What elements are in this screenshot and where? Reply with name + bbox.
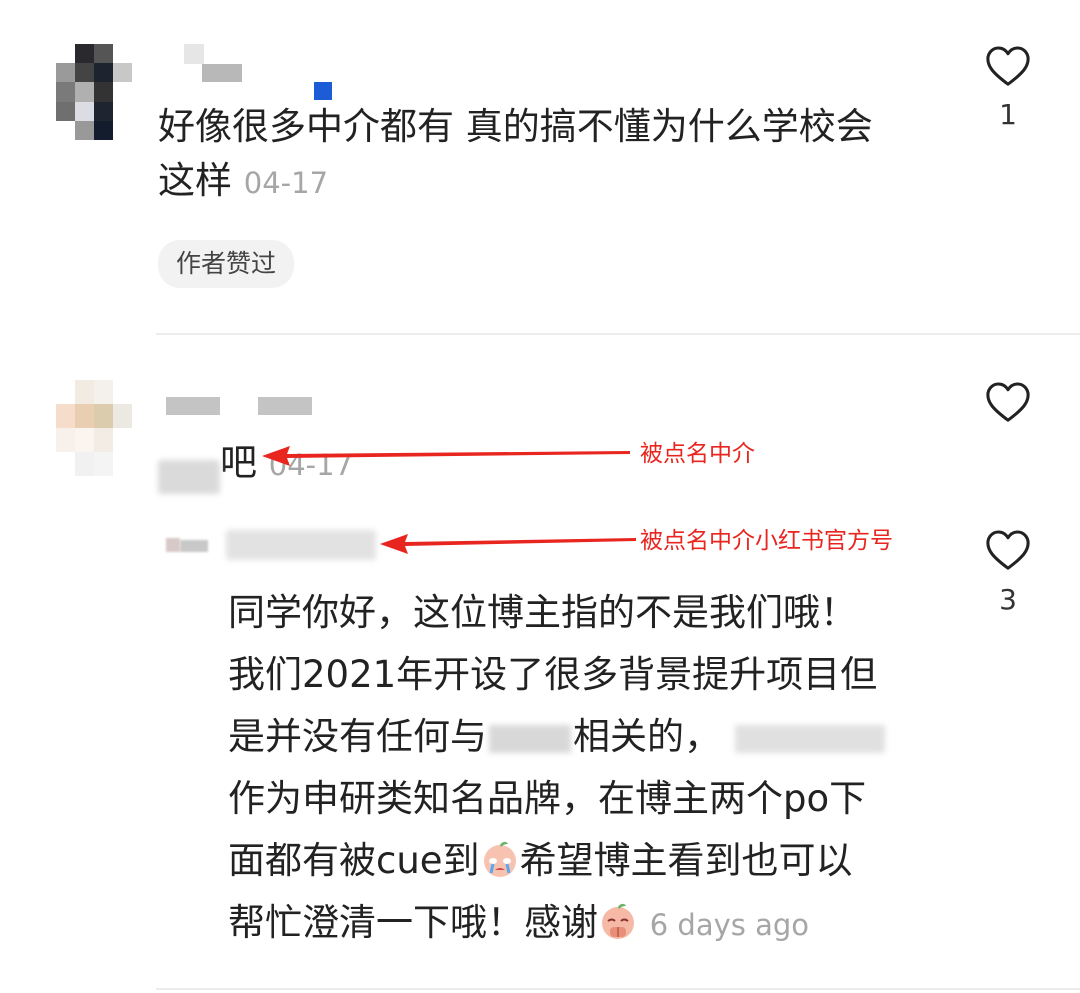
redacted-text	[158, 459, 220, 494]
timestamp: 04-17	[243, 166, 329, 200]
divider	[156, 333, 1080, 335]
username-pixelated[interactable]	[166, 397, 316, 415]
badge-dot	[314, 82, 332, 100]
divider	[156, 988, 1080, 990]
avatar[interactable]	[56, 44, 132, 140]
redacted-text	[735, 724, 885, 753]
redacted-text	[489, 724, 571, 753]
heart-icon[interactable]	[985, 380, 1031, 424]
avatar[interactable]	[56, 380, 132, 476]
like-count: 1	[999, 98, 1017, 131]
reply-avatar[interactable]	[166, 538, 210, 556]
like-count: 3	[999, 583, 1017, 616]
crying-face-emoji	[483, 841, 516, 877]
annotation-label-1: 被点名中介	[640, 441, 755, 467]
annotation-arrow-2	[380, 534, 636, 554]
annotation-arrow-1	[262, 446, 630, 466]
reply-text: 同学你好，这位博主指的不是我们哦！ 我们2021年开设了很多背景提升项目但 是并…	[228, 582, 948, 956]
comment-text: 好像很多中介都有 真的搞不懂为什么学校会 这样 04-17	[158, 105, 873, 202]
author-liked-badge: 作者赞过	[158, 240, 295, 288]
heart-icon[interactable]	[985, 44, 1031, 88]
annotation-label-2: 被点名中介小红书官方号	[640, 528, 893, 554]
timestamp: 6 days ago	[649, 908, 810, 942]
reply-username-redacted[interactable]	[226, 530, 376, 560]
heart-icon[interactable]	[985, 528, 1031, 572]
username-pixelated[interactable]	[184, 44, 244, 82]
pleading-face-emoji	[602, 903, 634, 939]
